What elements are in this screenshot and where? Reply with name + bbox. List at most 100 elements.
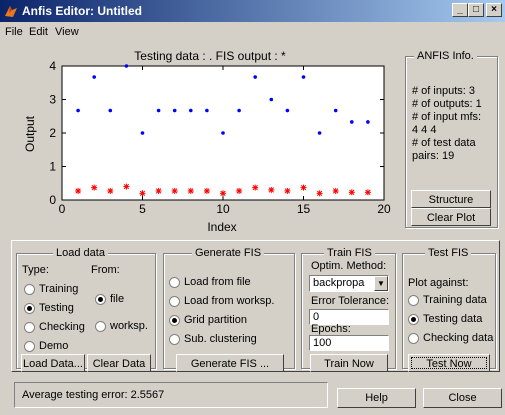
info-line: # of outputs: 1 bbox=[412, 98, 482, 110]
window-title: Anfis Editor: Untitled bbox=[22, 4, 142, 18]
data-point-star bbox=[155, 187, 162, 194]
test-fis-panel: Test FIS Plot against: Training data Tes… bbox=[402, 247, 496, 372]
load-data-panel: Load data Type: From: Training Testing C… bbox=[16, 247, 156, 372]
anfis-info-panel: ANFIS Info. # of inputs: 3 # of outputs:… bbox=[405, 50, 498, 228]
radio-checking-label: Checking bbox=[39, 321, 85, 333]
info-line: # of input mfs: bbox=[412, 111, 482, 123]
help-button[interactable]: Help bbox=[337, 388, 416, 408]
data-point-star bbox=[332, 187, 339, 194]
status-bar: Average testing error: 2.5567 bbox=[14, 382, 328, 408]
generate-fis-panel: Generate FIS Load from file Load from wo… bbox=[163, 247, 295, 372]
radio-testing[interactable] bbox=[24, 303, 35, 314]
radio-checking-data[interactable] bbox=[408, 333, 419, 344]
radio-sub-clustering-label: Sub. clustering bbox=[184, 333, 257, 345]
epochs-input[interactable]: 100 bbox=[309, 335, 389, 351]
data-point-star bbox=[203, 187, 210, 194]
x-tick-label: 20 bbox=[377, 202, 391, 216]
chevron-down-icon[interactable]: ▼ bbox=[374, 276, 388, 291]
info-line: # of test data bbox=[412, 137, 476, 149]
type-label: Type: bbox=[22, 264, 49, 276]
minimize-button[interactable]: _ bbox=[452, 3, 468, 17]
train-now-button[interactable]: Train Now bbox=[310, 354, 388, 372]
data-point-star bbox=[139, 190, 146, 197]
epochs-label: Epochs: bbox=[311, 323, 351, 335]
train-fis-title: Train FIS bbox=[324, 247, 375, 259]
data-point-star bbox=[107, 187, 114, 194]
radio-checking[interactable] bbox=[24, 322, 35, 333]
info-line: # of inputs: 3 bbox=[412, 85, 475, 97]
close-button[interactable]: Close bbox=[423, 388, 502, 408]
radio-load-from-workspace-label: Load from worksp. bbox=[184, 295, 275, 307]
data-point bbox=[366, 120, 370, 124]
data-point-star bbox=[171, 187, 178, 194]
error-tolerance-label: Error Tolerance: bbox=[311, 295, 390, 307]
plot-title: Testing data : . FIS output : * bbox=[134, 49, 286, 63]
data-point-star bbox=[268, 186, 275, 193]
clear-data-button[interactable]: Clear Data bbox=[87, 354, 151, 372]
data-point-star bbox=[91, 184, 98, 191]
train-fis-panel: Train FIS Optim. Method: backpropa ▼ Err… bbox=[301, 247, 396, 372]
generate-fis-title: Generate FIS bbox=[192, 247, 265, 259]
structure-button[interactable]: Structure bbox=[411, 190, 491, 208]
y-tick-label: 4 bbox=[49, 59, 56, 73]
data-point-star bbox=[316, 190, 323, 197]
plot-panel: Testing data : . FIS output : * 0 5 10 15 20… bbox=[22, 44, 400, 234]
data-point bbox=[237, 108, 241, 113]
radio-file[interactable] bbox=[95, 294, 106, 305]
radio-training-data[interactable] bbox=[408, 295, 419, 306]
radio-checking-data-label: Checking data bbox=[423, 332, 494, 344]
radio-file-label: file bbox=[110, 293, 125, 305]
radio-training[interactable] bbox=[24, 284, 35, 295]
anfis-info-title: ANFIS Info. bbox=[414, 50, 477, 62]
close-window-button[interactable]: × bbox=[486, 3, 502, 17]
data-point bbox=[92, 75, 96, 79]
load-data-button[interactable]: Load Data... bbox=[21, 354, 85, 372]
data-point-star bbox=[252, 184, 259, 191]
data-point bbox=[108, 108, 113, 113]
clear-plot-button[interactable]: Clear Plot bbox=[411, 208, 491, 226]
y-tick-label: 0 bbox=[49, 193, 56, 207]
data-point bbox=[269, 97, 274, 102]
data-point bbox=[301, 75, 306, 79]
data-point-star bbox=[364, 189, 371, 196]
radio-workspace-label: worksp. bbox=[110, 320, 148, 332]
plot-against-label: Plot against: bbox=[408, 277, 469, 289]
status-message: Average testing error: 2.5567 bbox=[22, 389, 165, 401]
menu-bar: File Edit View bbox=[0, 22, 505, 42]
maximize-button[interactable]: □ bbox=[468, 3, 484, 17]
data-point bbox=[253, 75, 257, 79]
radio-workspace[interactable] bbox=[95, 321, 106, 332]
radio-demo[interactable] bbox=[24, 341, 35, 352]
data-point bbox=[76, 108, 80, 113]
from-label: From: bbox=[91, 264, 120, 276]
data-point-star bbox=[284, 187, 291, 194]
optim-method-select[interactable]: backpropa ▼ bbox=[309, 275, 389, 292]
optim-method-label: Optim. Method: bbox=[311, 260, 387, 272]
data-point-star bbox=[75, 187, 82, 194]
y-tick-label: 3 bbox=[49, 93, 56, 107]
test-now-button[interactable]: Test Now bbox=[408, 354, 490, 372]
radio-load-from-workspace[interactable] bbox=[169, 296, 180, 307]
x-tick-label: 10 bbox=[216, 202, 230, 216]
x-axis-label: Index bbox=[207, 220, 236, 234]
data-point bbox=[189, 108, 193, 113]
data-point-star bbox=[187, 187, 194, 194]
radio-sub-clustering[interactable] bbox=[169, 334, 180, 345]
radio-testing-data[interactable] bbox=[408, 314, 419, 325]
x-tick-label: 0 bbox=[59, 202, 66, 216]
menu-edit[interactable]: Edit bbox=[29, 26, 48, 38]
data-point bbox=[285, 108, 290, 113]
radio-grid-partition[interactable] bbox=[169, 315, 180, 326]
x-tick-label: 5 bbox=[139, 202, 146, 216]
x-tick-label: 15 bbox=[297, 202, 311, 216]
data-point bbox=[333, 108, 338, 113]
data-point bbox=[350, 120, 354, 124]
radio-load-from-file[interactable] bbox=[169, 277, 180, 288]
data-point-star bbox=[220, 190, 226, 197]
data-point bbox=[156, 108, 161, 113]
generate-fis-button[interactable]: Generate FIS ... bbox=[176, 354, 284, 372]
radio-testing-data-label: Testing data bbox=[423, 313, 483, 325]
data-point bbox=[317, 131, 322, 135]
menu-file[interactable]: File bbox=[5, 26, 23, 38]
menu-view[interactable]: View bbox=[55, 26, 79, 38]
